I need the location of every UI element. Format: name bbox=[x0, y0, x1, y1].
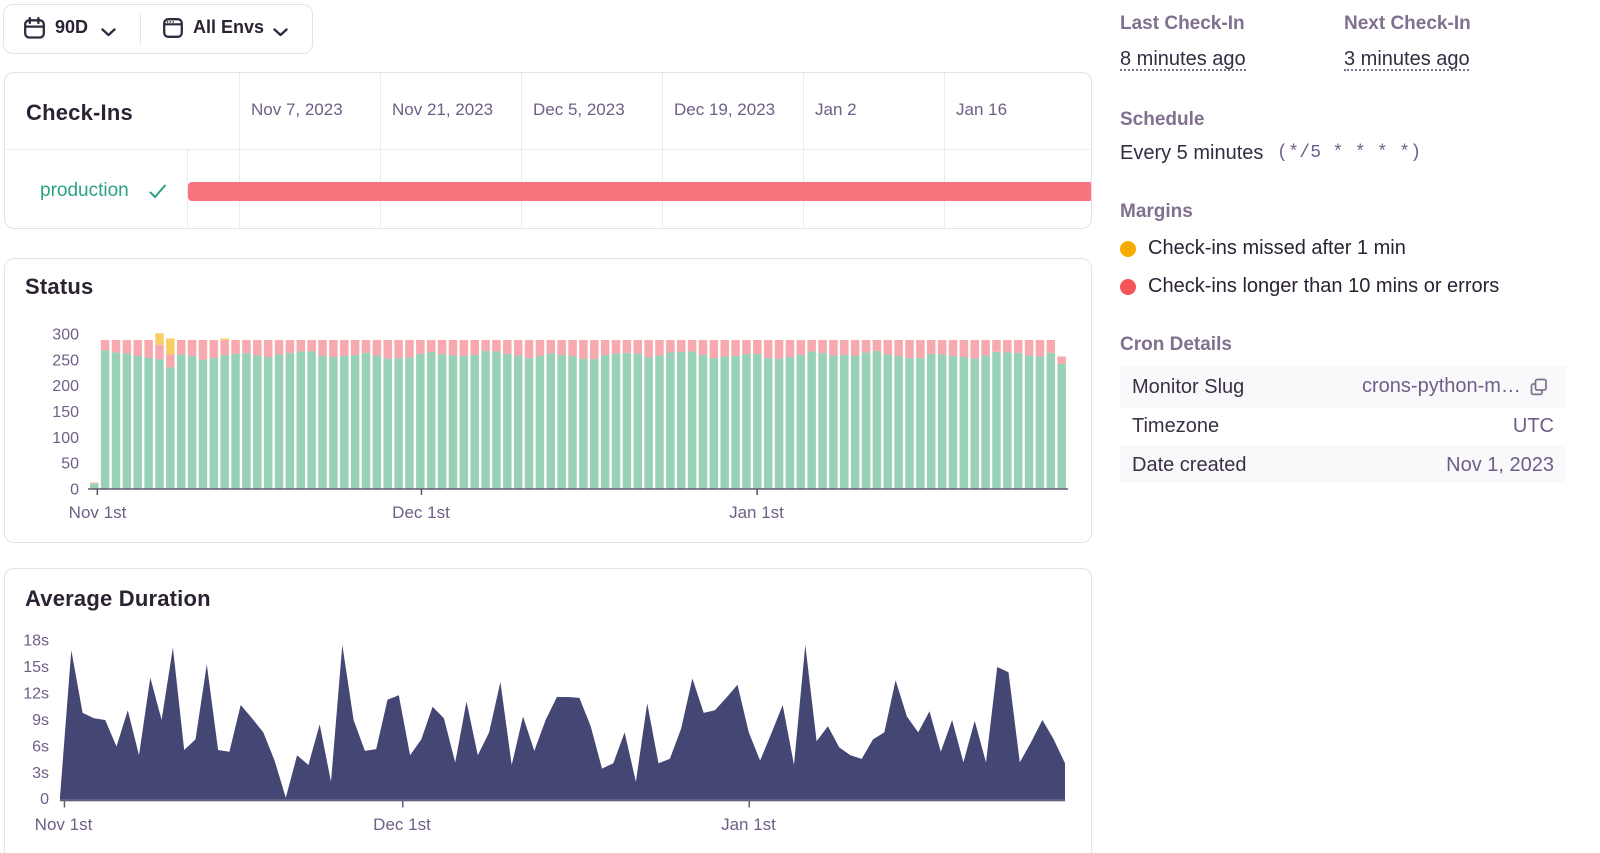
svg-text:Nov 1st: Nov 1st bbox=[35, 815, 93, 834]
svg-text:9s: 9s bbox=[32, 712, 49, 729]
svg-text:Dec 1st: Dec 1st bbox=[373, 815, 431, 834]
svg-text:12s: 12s bbox=[23, 686, 49, 703]
svg-text:Jan 1st: Jan 1st bbox=[721, 815, 776, 834]
svg-text:0: 0 bbox=[40, 791, 49, 808]
svg-text:15s: 15s bbox=[23, 659, 49, 676]
svg-text:18s: 18s bbox=[23, 633, 49, 650]
svg-text:6s: 6s bbox=[32, 738, 49, 755]
svg-text:3s: 3s bbox=[32, 765, 49, 782]
